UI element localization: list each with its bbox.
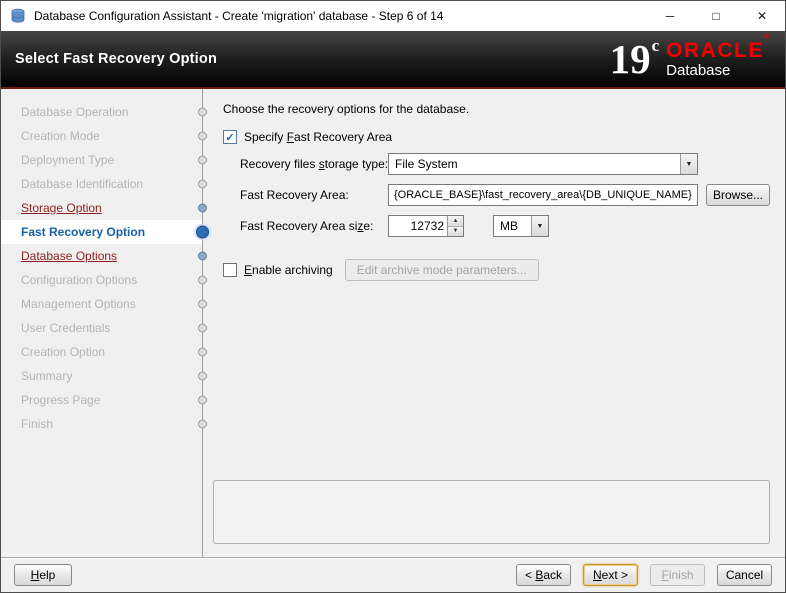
fra-location-input[interactable] — [388, 184, 698, 206]
sidebar-step-fast-recovery-option[interactable]: Fast Recovery Option — [1, 220, 202, 244]
specify-fra-row: ✓ Specify Fast Recovery Area — [223, 130, 770, 144]
size-unit-select[interactable]: MB ▼ — [493, 215, 549, 237]
page-header: Select Fast Recovery Option 19 c ORACLE®… — [1, 31, 785, 89]
sidebar-step-finish: Finish — [1, 412, 202, 436]
titlebar: Database Configuration Assistant - Creat… — [1, 1, 785, 31]
fra-location-row: Fast Recovery Area: Browse... — [240, 184, 770, 206]
storage-type-label: Recovery files storage type: — [240, 157, 388, 171]
oracle-brand-logo: 19 c ORACLE® Database — [610, 39, 769, 80]
registered-mark: ® — [764, 34, 769, 41]
minimize-button[interactable]: ─ — [647, 1, 693, 31]
step-node-icon — [198, 108, 207, 117]
enable-archiving-label: Enable archiving — [244, 263, 333, 277]
footer-bar: Help < Back Next > Finish Cancel — [1, 557, 785, 592]
window-controls: ─ □ ✕ — [647, 1, 785, 31]
size-spin-down-button[interactable]: ▼ — [448, 227, 463, 237]
wizard-body: Database Operation Creation Mode Deploym… — [1, 89, 785, 557]
step-node-icon — [196, 226, 209, 239]
step-node-icon — [198, 132, 207, 141]
chevron-down-icon: ▼ — [531, 216, 548, 236]
brand-product: Database — [666, 63, 769, 79]
sidebar-step-database-options[interactable]: Database Options — [1, 244, 202, 268]
sidebar-step-database-identification: Database Identification — [1, 172, 202, 196]
main-panel: Choose the recovery options for the data… — [203, 89, 785, 557]
dbca-window: Database Configuration Assistant - Creat… — [0, 0, 786, 593]
specify-fra-label: Specify Fast Recovery Area — [244, 130, 392, 144]
chevron-down-icon: ▼ — [680, 154, 697, 174]
step-node-icon — [198, 156, 207, 165]
sidebar-step-configuration-options: Configuration Options — [1, 268, 202, 292]
sidebar-step-creation-mode: Creation Mode — [1, 124, 202, 148]
close-button[interactable]: ✕ — [739, 1, 785, 31]
fra-size-row: Fast Recovery Area size: ▲ ▼ MB ▼ — [240, 215, 770, 237]
sidebar-step-user-credentials: User Credentials — [1, 316, 202, 340]
maximize-button[interactable]: □ — [693, 1, 739, 31]
brand-version: 19 — [610, 39, 651, 80]
storage-type-select[interactable]: File System ▼ — [388, 153, 698, 175]
size-spin-up-button[interactable]: ▲ — [448, 216, 463, 227]
step-node-icon — [198, 324, 207, 333]
step-node-icon — [198, 420, 207, 429]
status-message-box — [213, 480, 770, 544]
steps-list: Database Operation Creation Mode Deploym… — [1, 89, 203, 557]
instruction-text: Choose the recovery options for the data… — [223, 102, 770, 116]
back-button[interactable]: < Back — [516, 564, 571, 586]
size-unit-value: MB — [494, 216, 531, 236]
page-title: Select Fast Recovery Option — [15, 51, 217, 67]
sidebar-step-progress-page: Progress Page — [1, 388, 202, 412]
edit-archive-parameters-button[interactable]: Edit archive mode parameters... — [345, 259, 539, 281]
browse-button[interactable]: Browse... — [706, 184, 770, 206]
step-node-icon — [198, 372, 207, 381]
fra-size-input[interactable] — [389, 216, 447, 236]
enable-archiving-row: Enable archiving Edit archive mode param… — [223, 259, 770, 281]
brand-name: ORACLE® — [666, 40, 769, 62]
sidebar-step-storage-option[interactable]: Storage Option — [1, 196, 202, 220]
fra-location-label: Fast Recovery Area: — [240, 188, 388, 202]
finish-button[interactable]: Finish — [650, 564, 705, 586]
fra-size-spinner: ▲ ▼ — [388, 215, 464, 237]
app-icon — [10, 8, 26, 24]
sidebar-step-database-operation: Database Operation — [1, 100, 202, 124]
brand-version-letter: c — [652, 36, 660, 56]
step-node-icon — [198, 204, 207, 213]
sidebar-step-summary: Summary — [1, 364, 202, 388]
help-button[interactable]: Help — [14, 564, 72, 586]
fra-form-group: Recovery files storage type: File System… — [240, 153, 770, 237]
window-title: Database Configuration Assistant - Creat… — [34, 9, 443, 23]
step-node-icon — [198, 252, 207, 261]
step-node-icon — [198, 300, 207, 309]
fra-size-label: Fast Recovery Area size: — [240, 219, 388, 233]
cancel-button[interactable]: Cancel — [717, 564, 772, 586]
sidebar-step-creation-option: Creation Option — [1, 340, 202, 364]
specify-fra-checkbox[interactable]: ✓ — [223, 130, 237, 144]
sidebar-step-management-options: Management Options — [1, 292, 202, 316]
step-node-icon — [198, 396, 207, 405]
step-node-icon — [198, 180, 207, 189]
step-node-icon — [198, 348, 207, 357]
enable-archiving-checkbox[interactable] — [223, 263, 237, 277]
storage-type-row: Recovery files storage type: File System… — [240, 153, 770, 175]
sidebar-step-deployment-type: Deployment Type — [1, 148, 202, 172]
storage-type-value: File System — [389, 154, 680, 174]
step-node-icon — [198, 276, 207, 285]
next-button[interactable]: Next > — [583, 564, 638, 586]
